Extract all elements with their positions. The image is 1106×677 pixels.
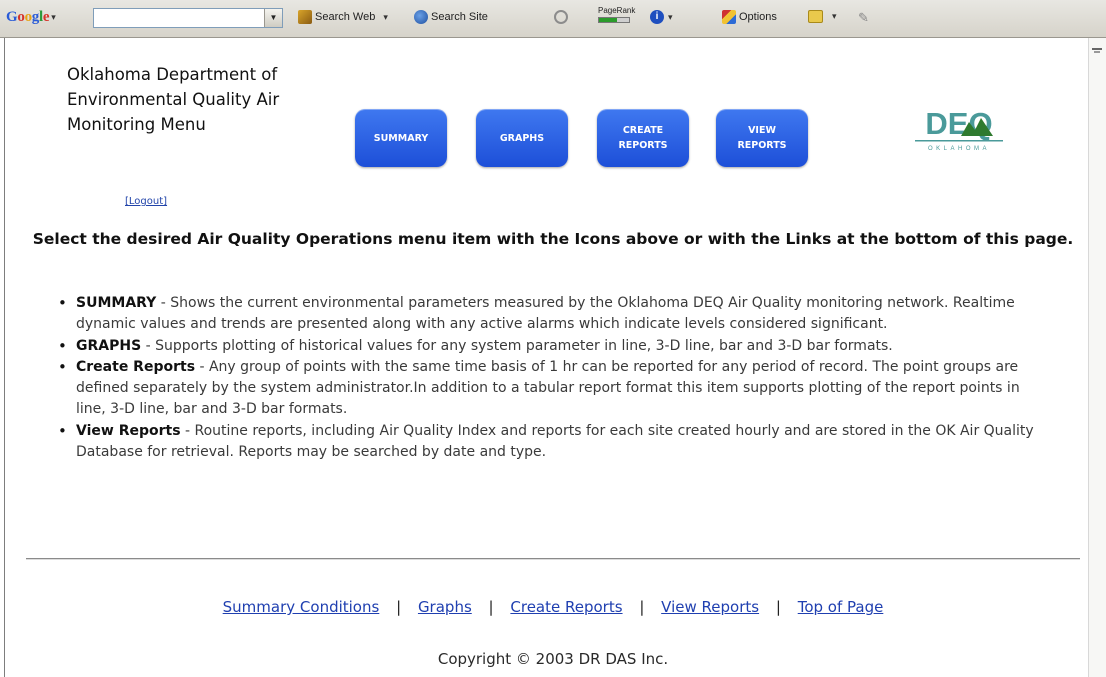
list-item: Create Reports - Any group of points wit… — [56, 357, 1046, 419]
google-logo-menu[interactable]: Google ▾ — [6, 9, 56, 26]
pagerank-label: PageRank — [598, 6, 636, 15]
page-title: Oklahoma Department of Environmental Qua… — [67, 65, 280, 134]
create-reports-button[interactable]: CREATE REPORTS — [597, 109, 689, 167]
summary-conditions-link[interactable]: Summary Conditions — [223, 598, 380, 616]
folder-icon — [808, 10, 823, 23]
create-reports-link[interactable]: Create Reports — [510, 598, 622, 616]
feature-description: - Any group of points with the same time… — [76, 359, 1020, 417]
feature-term: Create Reports — [76, 359, 196, 376]
list-item: SUMMARY - Shows the current environmenta… — [56, 293, 1046, 335]
vertical-scrollbar[interactable] — [1088, 38, 1106, 677]
pencil-icon: ✎ — [858, 10, 869, 25]
feature-term: View Reports — [76, 422, 181, 439]
toolbar-search-input[interactable] — [94, 9, 270, 27]
graphs-button[interactable]: GRAPHS — [476, 109, 568, 167]
search-site-icon — [414, 10, 428, 24]
search-web-label: Search Web — [315, 11, 376, 23]
chevron-down-icon: ▾ — [668, 11, 673, 22]
pen-button[interactable]: ✎ — [858, 10, 869, 26]
chevron-down-icon: ▾ — [832, 11, 837, 21]
search-web-icon — [298, 10, 312, 24]
feature-list: SUMMARY - Shows the current environmenta… — [56, 293, 1046, 463]
feature-description: - Supports plotting of historical values… — [141, 337, 893, 354]
google-toolbar: Google ▾ ▼ Search Web ▾ Search Site Page… — [0, 0, 1106, 38]
logout-link[interactable]: [Logout] — [125, 196, 167, 207]
scroll-up-icon[interactable] — [1092, 46, 1102, 53]
view-reports-button[interactable]: VIEW REPORTS — [716, 109, 808, 167]
deq-logo: DEQ OKLAHOMA — [915, 106, 1003, 152]
highlight-icon — [554, 10, 568, 24]
list-item: GRAPHS - Supports plotting of historical… — [56, 336, 1046, 357]
bookmarks-button[interactable]: ▾ — [808, 10, 837, 23]
list-item: View Reports - Routine reports, includin… — [56, 421, 1046, 463]
search-site-label: Search Site — [431, 11, 488, 23]
feature-description: - Routine reports, including Air Quality… — [76, 422, 1034, 460]
feature-description: - Shows the current environmental parame… — [76, 295, 1015, 332]
graphs-link[interactable]: Graphs — [418, 598, 472, 616]
instructions-text: Select the desired Air Quality Operation… — [32, 230, 1074, 248]
link-separator: | — [639, 598, 645, 616]
deq-logo-subtext: OKLAHOMA — [928, 146, 990, 152]
chevron-down-icon: ▾ — [51, 12, 56, 22]
feature-term: SUMMARY — [76, 295, 157, 311]
options-icon — [722, 10, 736, 24]
toolbar-search-box[interactable]: ▼ — [93, 8, 283, 28]
summary-button[interactable]: SUMMARY — [355, 109, 447, 167]
page-info-button[interactable]: i ▾ — [650, 10, 673, 24]
view-reports-link[interactable]: View Reports — [661, 598, 759, 616]
chevron-down-icon[interactable]: ▾ — [383, 12, 388, 23]
google-logo: Google — [6, 9, 50, 25]
search-site-button[interactable]: Search Site — [414, 10, 488, 24]
pagerank-bar — [598, 17, 630, 23]
options-button[interactable]: Options — [722, 10, 777, 24]
link-separator: | — [488, 598, 494, 616]
search-history-dropdown[interactable]: ▼ — [264, 9, 282, 27]
highlight-button[interactable] — [554, 10, 571, 24]
options-label: Options — [739, 11, 777, 23]
link-separator: | — [396, 598, 402, 616]
copyright-text: Copyright © 2003 DR DAS Inc. — [437, 650, 669, 668]
footer-nav: Summary Conditions | Graphs | Create Rep… — [0, 598, 1106, 616]
link-separator: | — [775, 598, 781, 616]
search-web-button[interactable]: Search Web ▾ — [298, 10, 388, 24]
top-of-page-link[interactable]: Top of Page — [798, 598, 884, 616]
info-icon: i — [650, 10, 664, 24]
pagerank-indicator[interactable]: PageRank — [598, 7, 635, 23]
divider — [26, 558, 1080, 560]
logo-rule — [915, 140, 1003, 142]
frame-left-border — [4, 38, 5, 677]
feature-term: GRAPHS — [76, 337, 142, 354]
